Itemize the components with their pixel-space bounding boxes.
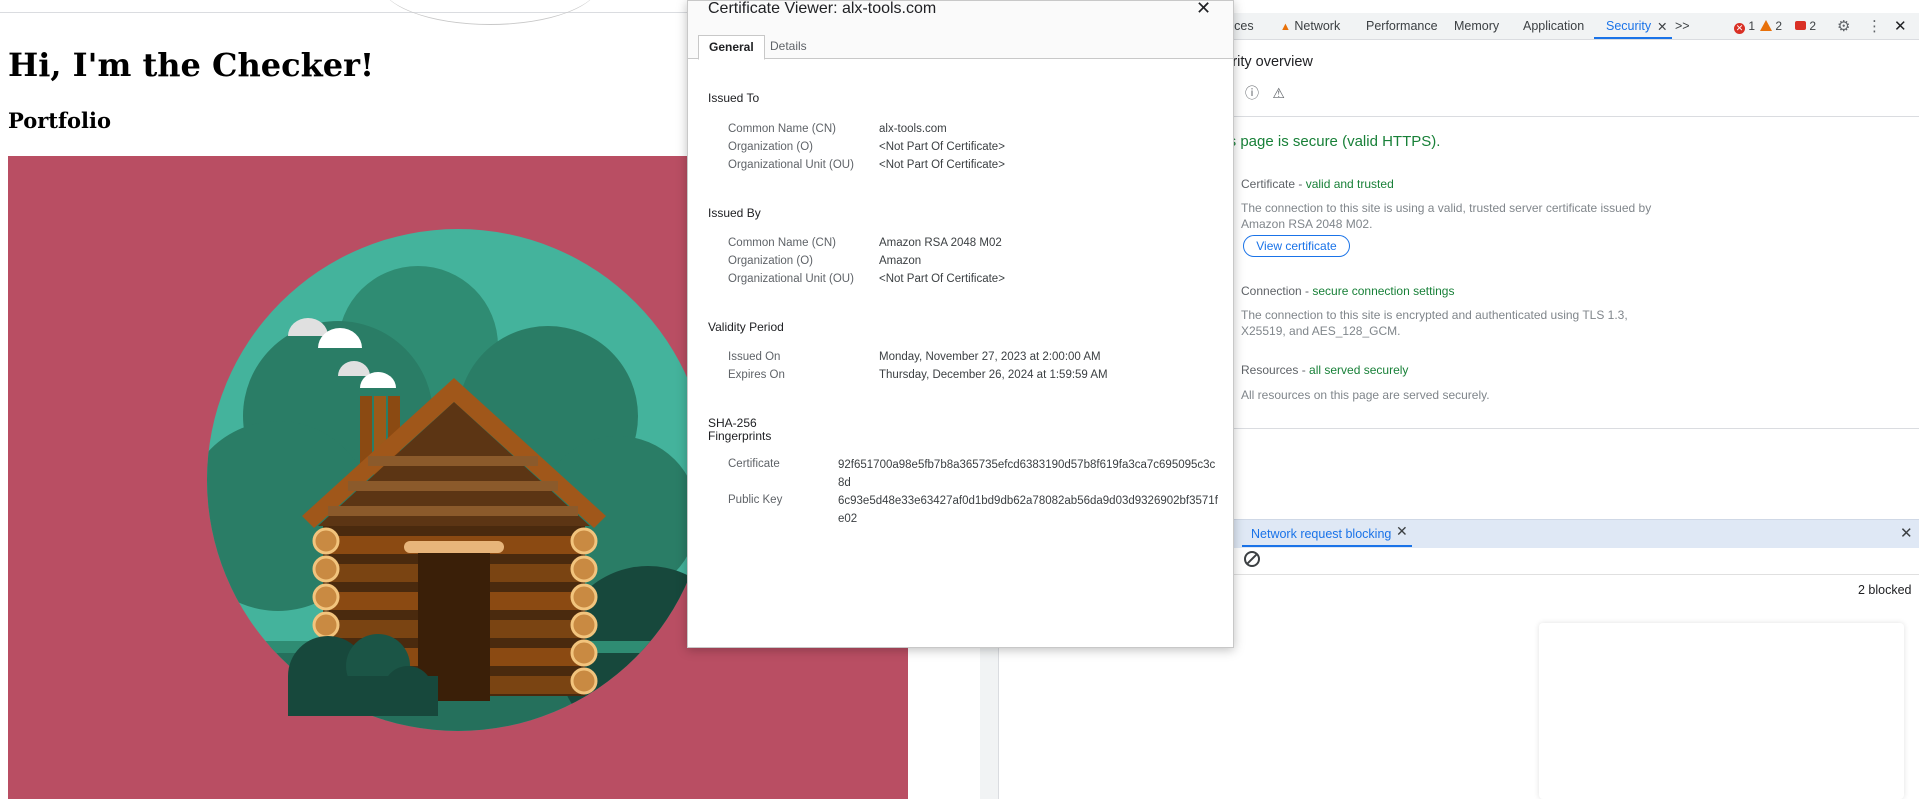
dialog-title: Certificate Viewer: alx-tools.com [708,0,937,17]
field-value: <Not Part Of Certificate> [879,141,1005,153]
field-label: Certificate [728,458,780,470]
resources-label: Resources - all served securely [1241,363,1408,377]
active-tab-indicator [1242,545,1412,547]
certificate-viewer-dialog: Certificate Viewer: alx-tools.com ✕ Gene… [687,0,1234,648]
block-requests-icon[interactable] [1244,551,1260,567]
validity-heading: Validity Period [708,320,784,334]
field-value: <Not Part Of Certificate> [879,159,1005,171]
tab-security-close-icon[interactable]: ✕ [1657,19,1667,34]
certificate-label-text: Certificate - [1241,177,1306,191]
warning-count: 2 [1775,19,1783,33]
field-label: Organization (O) [728,141,814,153]
close-devtools-icon[interactable]: ✕ [1894,17,1907,35]
field-value: <Not Part Of Certificate> [879,273,1005,285]
field-label: Issued On [728,351,781,363]
active-tab-indicator [1594,37,1672,39]
connection-description: The connection to this site is encrypted… [1241,308,1628,338]
warning-count-badge[interactable]: 2 [1760,19,1782,33]
message-count-badge[interactable]: 2 [1795,19,1816,33]
field-label: Expires On [728,369,785,381]
more-tabs-icon[interactable]: >> [1675,19,1690,33]
close-drawer-icon[interactable]: ✕ [1900,524,1913,542]
warning-icon [1760,20,1772,31]
error-count-badge[interactable]: ✕ 1 [1734,19,1755,34]
view-certificate-button[interactable]: View certificate [1243,235,1350,257]
field-label: Organizational Unit (OU) [728,159,854,171]
fingerprints-heading: SHA-256 [708,416,757,430]
tab-details[interactable]: Details [760,35,817,58]
warning-icon[interactable]: ⚠ [1272,86,1285,102]
tab-network[interactable]: ▲ Network [1280,19,1340,33]
connection-label: Connection - secure connection settings [1241,284,1454,298]
issued-to-heading: Issued To [708,91,760,105]
field-value: Thursday, December 26, 2024 at 1:59:59 A… [879,369,1108,381]
connection-status: secure connection settings [1312,284,1455,298]
tab-network-label: Network [1294,19,1341,33]
tab-general[interactable]: General [698,35,765,60]
dialog-body: Issued To Common Name (CN) alx-tools.com… [688,59,1233,647]
gear-icon[interactable]: ⚙ [1837,17,1850,35]
security-filter-icons: ⓘ ⚠ [1245,83,1285,103]
fingerprints-heading-line2: Fingerprints [708,429,772,443]
message-count: 2 [1809,19,1817,33]
certificate-fingerprint: 92f651700a98e5fb7b8a365735efcd6383190d57… [838,459,1216,489]
tab-network-request-blocking[interactable]: Network request blocking [1251,527,1391,541]
field-label: Organizational Unit (OU) [728,273,854,285]
resources-status: all served securely [1309,363,1409,377]
field-label: Common Name (CN) [728,123,836,135]
tab-application[interactable]: Application [1523,19,1584,33]
blocked-count: 2 blocked [1858,583,1912,597]
error-count: 1 [1748,19,1756,33]
kebab-menu-icon[interactable]: ⋮ [1867,17,1882,35]
field-value: Amazon [879,255,922,267]
close-icon[interactable]: ✕ [1196,1,1211,19]
resources-description: All resources on this page are served se… [1241,388,1490,402]
info-icon[interactable]: ⓘ [1245,86,1259,102]
field-value: Amazon RSA 2048 M02 [879,237,1002,249]
tab-security[interactable]: Security [1606,19,1651,33]
field-label: Organization (O) [728,255,814,267]
warning-icon: ▲ [1280,21,1291,33]
close-tab-icon[interactable]: ✕ [1396,524,1408,540]
field-value: Monday, November 27, 2023 at 2:00:00 AM [879,351,1101,363]
tab-performance[interactable]: Performance [1366,19,1438,33]
certificate-label: Certificate - valid and trusted [1241,177,1394,191]
public-key-fingerprint: 6c93e5d48e33e63427af0d1bd9db62a78082ab56… [838,495,1218,525]
message-icon [1795,21,1806,30]
page-subheading: Portfolio [8,108,112,133]
security-headline: his page is secure (valid HTTPS). [1217,133,1441,150]
error-icon: ✕ [1734,23,1745,34]
blocking-list-panel [1539,623,1904,799]
certificate-description: The connection to this site is using a v… [1241,201,1652,231]
issued-by-heading: Issued By [708,206,761,220]
field-value: alx-tools.com [879,123,947,135]
page-heading: Hi, I'm the Checker! [8,46,374,84]
connection-label-text: Connection - [1241,284,1313,298]
page-decorative-arc [380,0,600,25]
field-label: Common Name (CN) [728,237,836,249]
resources-label-text: Resources - [1241,363,1310,377]
field-label: Public Key [728,494,783,506]
tab-memory[interactable]: Memory [1454,19,1499,33]
certificate-status: valid and trusted [1305,177,1394,191]
